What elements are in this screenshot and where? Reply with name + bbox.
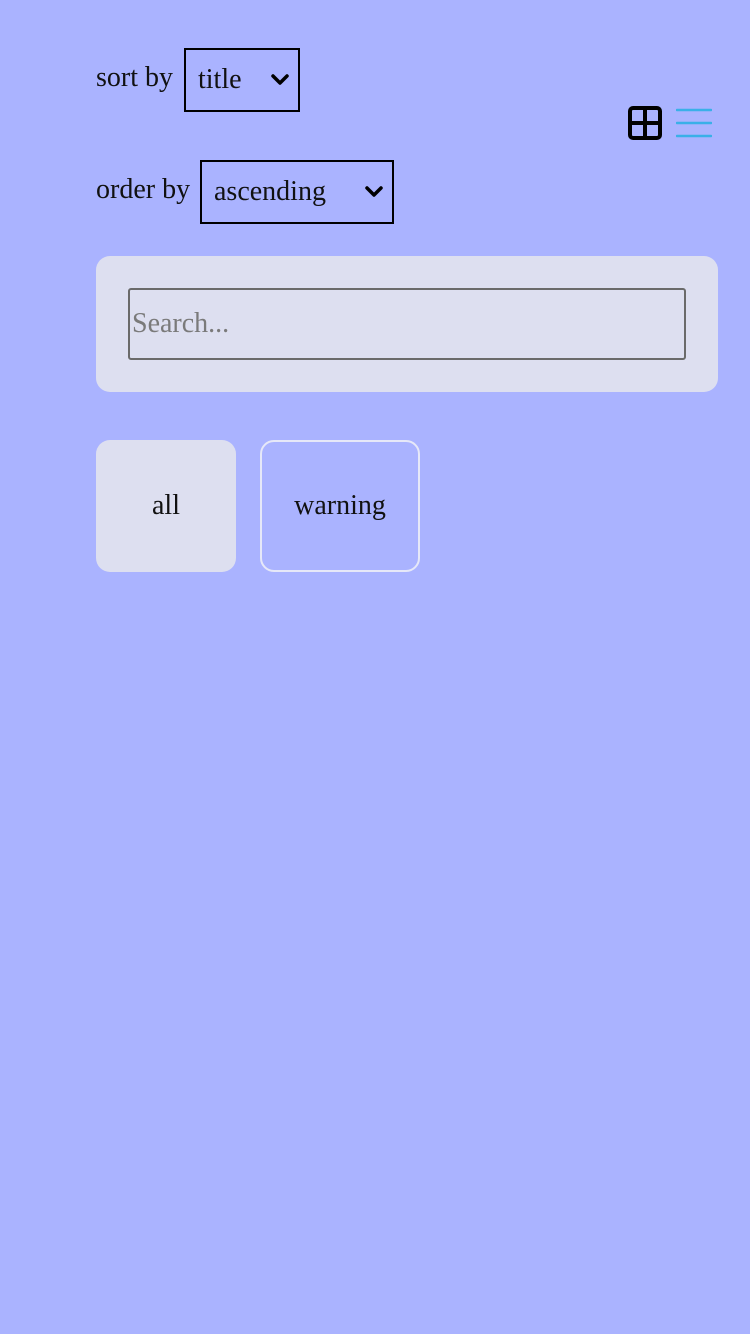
order-by-label: order by	[96, 174, 191, 205]
sort-by-select[interactable]: title	[184, 48, 300, 112]
view-toggle	[628, 106, 712, 140]
order-by-value: ascending	[214, 176, 326, 207]
search-input[interactable]	[128, 288, 686, 360]
filter-all-label: all	[152, 490, 180, 521]
sort-by-label: sort by	[96, 62, 173, 93]
filter-warning-button[interactable]: warning	[260, 440, 420, 572]
filter-all-button[interactable]: all	[96, 440, 236, 572]
filter-warning-label: warning	[294, 490, 386, 521]
order-by-select[interactable]: ascending	[200, 160, 394, 224]
list-icon[interactable]	[676, 106, 712, 140]
chevron-down-icon	[365, 186, 383, 197]
sort-by-value: title	[198, 64, 242, 95]
grid-icon[interactable]	[628, 106, 662, 140]
search-panel	[96, 256, 718, 392]
chevron-down-icon	[271, 74, 289, 85]
